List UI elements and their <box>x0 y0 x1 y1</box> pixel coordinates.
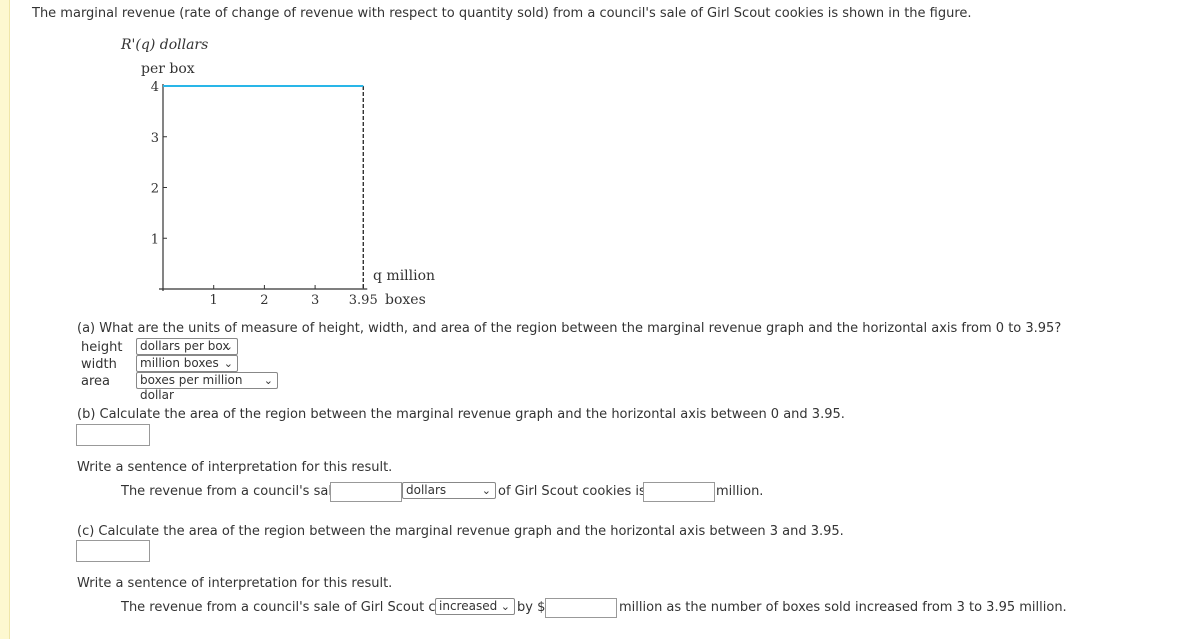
chevron-down-icon: ⌄ <box>263 374 273 387</box>
chevron-down-icon: ⌄ <box>223 340 233 353</box>
question-text: The marginal revenue (rate of change of … <box>32 6 972 21</box>
part-b-unit-select[interactable]: dollars ⌄ <box>402 482 496 499</box>
x-tick-label: 2 <box>260 293 268 308</box>
x-axis-label-line1: q million <box>373 268 435 284</box>
part-b-prompt: (b) Calculate the area of the region bet… <box>77 407 845 422</box>
y-tick-label: 2 <box>151 182 159 197</box>
y-tick-label: 1 <box>151 232 159 247</box>
y-tick-label: 3 <box>151 131 159 146</box>
area-label: area <box>81 374 110 389</box>
chevron-down-icon: ⌄ <box>500 600 510 613</box>
part-c-sentence-mid: by $ <box>517 600 546 615</box>
marginal-revenue-chart: R'(q) dollars per box q million boxes 1 2… <box>120 37 435 308</box>
y-axis-label-line1: R'(q) dollars <box>120 37 208 53</box>
part-b-answer-input[interactable] <box>76 424 150 446</box>
width-label: width <box>81 357 117 372</box>
chevron-down-icon: ⌄ <box>481 484 491 497</box>
x-tick-label: 3 <box>311 293 319 308</box>
width-unit-select[interactable]: million boxes ⌄ <box>136 355 238 372</box>
part-c-sentence-end: million as the number of boxes sold incr… <box>619 600 1067 615</box>
y-tick-label: 4 <box>151 80 159 95</box>
part-b-interp-prompt: Write a sentence of interpretation for t… <box>77 460 393 475</box>
width-unit-value: million boxes <box>140 356 219 370</box>
part-b-blank2-input[interactable] <box>643 482 715 502</box>
part-b-sentence-end: million. <box>716 484 764 499</box>
height-label: height <box>81 340 123 355</box>
y-axis-label-line2: per box <box>141 61 195 77</box>
area-unit-select[interactable]: boxes per million dollar ⌄ <box>136 372 278 402</box>
part-c-interp-prompt: Write a sentence of interpretation for t… <box>77 576 393 591</box>
part-c-answer-input[interactable] <box>76 540 150 562</box>
x-tick-label: 3.95 <box>349 293 378 308</box>
left-margin-strip <box>0 0 10 639</box>
part-c-prompt: (c) Calculate the area of the region bet… <box>77 524 844 539</box>
part-a-prompt: (a) What are the units of measure of hei… <box>77 321 1062 336</box>
part-b-sentence-mid: of Girl Scout cookies is $ <box>498 484 659 499</box>
part-b-sentence-start: The revenue from a council's sale of <box>121 484 357 499</box>
area-unit-value: boxes per million dollar <box>140 373 243 402</box>
part-b-blank1-input[interactable] <box>330 482 402 502</box>
part-c-sentence-start: The revenue from a council's sale of Gir… <box>121 600 478 615</box>
x-axis-label-line2: boxes <box>385 292 426 308</box>
part-c-blank-input[interactable] <box>545 598 617 618</box>
height-unit-value: dollars per box <box>140 339 230 353</box>
x-tick-label: 1 <box>210 293 218 308</box>
chevron-down-icon: ⌄ <box>223 357 233 370</box>
part-b-unit-value: dollars <box>406 483 447 497</box>
height-unit-select[interactable]: dollars per box ⌄ <box>136 338 238 355</box>
part-c-direction-value: increased <box>439 599 498 613</box>
part-c-direction-select[interactable]: increased ⌄ <box>435 598 515 615</box>
